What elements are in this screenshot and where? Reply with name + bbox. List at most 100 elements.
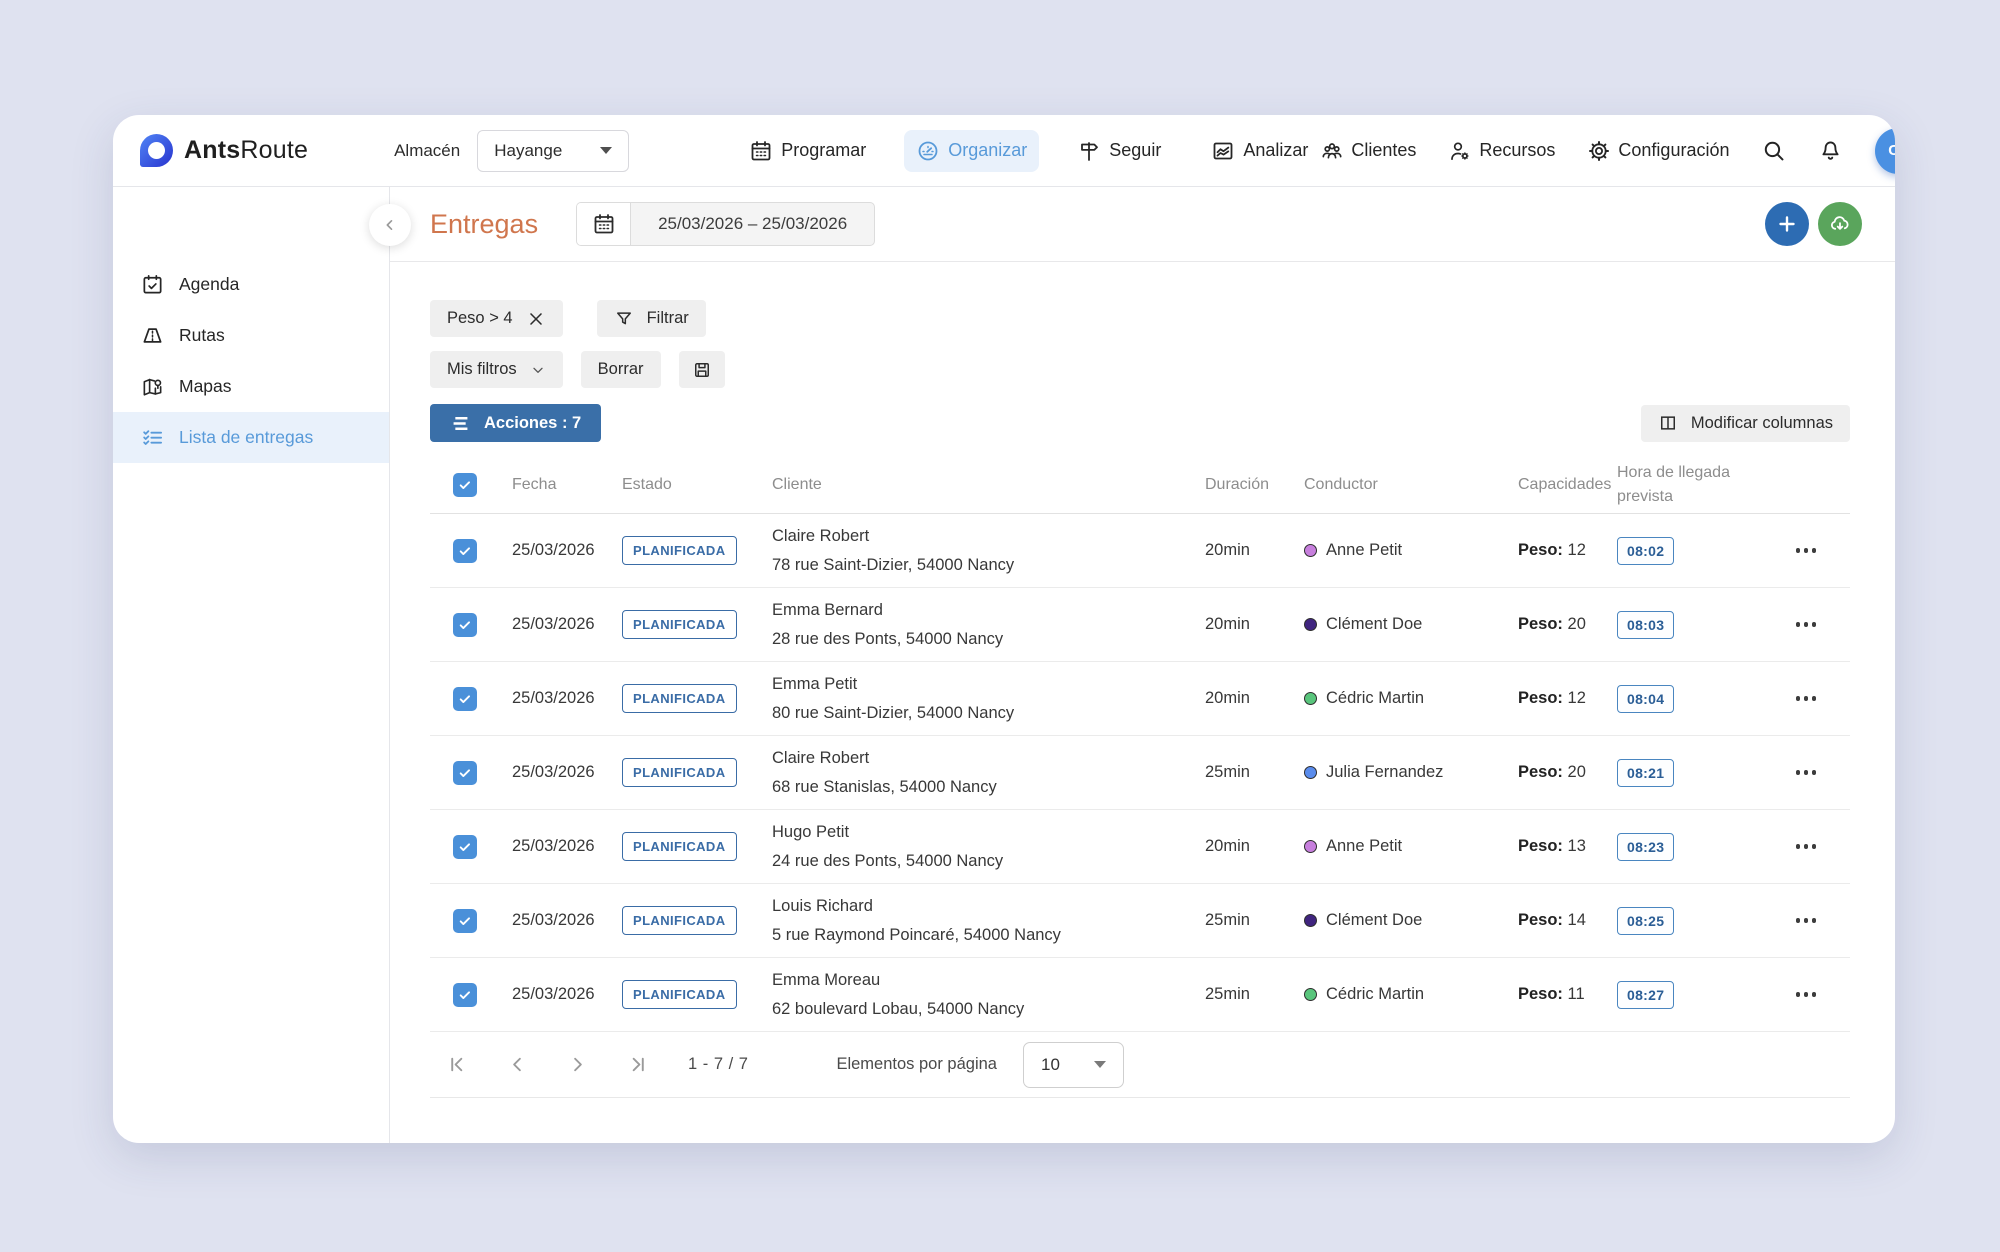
road-icon bbox=[141, 324, 164, 347]
sidebar-item-lista-de-entregas[interactable]: Lista de entregas bbox=[113, 412, 389, 463]
row-menu-button[interactable] bbox=[1794, 986, 1819, 1003]
row-checkbox[interactable] bbox=[453, 539, 477, 563]
warehouse-selector-group: Almacén Hayange bbox=[394, 130, 629, 172]
content-area: Peso > 4 Filtrar Mis filtros Borrar bbox=[390, 262, 1895, 1143]
client-address: 62 boulevard Lobau, 54000 Nancy bbox=[772, 1000, 1193, 1019]
filter-chip-label: Peso > 4 bbox=[447, 309, 513, 328]
row-menu-button[interactable] bbox=[1794, 838, 1819, 855]
per-page-select[interactable]: 10 bbox=[1023, 1042, 1124, 1088]
warehouse-label: Almacén bbox=[394, 141, 460, 161]
save-filter-button[interactable] bbox=[679, 351, 725, 388]
check-icon bbox=[457, 765, 473, 781]
actions-row: Acciones : 7 Modificar columnas bbox=[430, 404, 1850, 442]
chevron-down-icon bbox=[530, 362, 546, 378]
date-picker-calendar-button[interactable] bbox=[577, 203, 631, 245]
table-row: 25/03/2026 PLANIFICADA Emma Moreau 62 bo… bbox=[430, 958, 1850, 1032]
column-header-duracion[interactable]: Duración bbox=[1193, 473, 1292, 496]
modify-columns-button[interactable]: Modificar columnas bbox=[1641, 405, 1850, 442]
sidebar-item-mapas[interactable]: Mapas bbox=[113, 361, 389, 412]
search-button[interactable] bbox=[1761, 138, 1786, 163]
select-all-checkbox[interactable] bbox=[453, 473, 477, 497]
row-checkbox[interactable] bbox=[453, 983, 477, 1007]
sidebar: Agenda Rutas Mapas Lista de entregas bbox=[113, 187, 390, 1143]
status-badge: PLANIFICADA bbox=[622, 610, 737, 639]
eta-badge: 08:23 bbox=[1617, 833, 1674, 861]
status-badge: PLANIFICADA bbox=[622, 832, 737, 861]
row-menu-button[interactable] bbox=[1794, 690, 1819, 707]
last-page-button[interactable] bbox=[622, 1049, 653, 1080]
client-address: 5 rue Raymond Poincaré, 54000 Nancy bbox=[772, 926, 1193, 945]
floppy-disk-icon bbox=[692, 360, 712, 380]
deliveries-table: Fecha Estado Cliente Duración Conductor … bbox=[430, 456, 1850, 1032]
brand-logo[interactable]: AntsRoute bbox=[140, 134, 308, 167]
row-checkbox[interactable] bbox=[453, 835, 477, 859]
nav-clientes[interactable]: Clientes bbox=[1320, 139, 1416, 163]
nav-tab-analizar[interactable]: Analizar bbox=[1199, 130, 1320, 172]
row-menu-button[interactable] bbox=[1794, 616, 1819, 633]
sidebar-item-rutas[interactable]: Rutas bbox=[113, 310, 389, 361]
clear-filters-button[interactable]: Borrar bbox=[581, 351, 661, 388]
row-menu-button[interactable] bbox=[1794, 912, 1819, 929]
row-menu-button[interactable] bbox=[1794, 764, 1819, 781]
row-checkbox[interactable] bbox=[453, 909, 477, 933]
funnel-icon bbox=[614, 309, 634, 329]
row-duration: 20min bbox=[1193, 689, 1292, 708]
nav-tab-seguir[interactable]: Seguir bbox=[1065, 130, 1173, 172]
row-menu-button[interactable] bbox=[1794, 542, 1819, 559]
table-header: Fecha Estado Cliente Duración Conductor … bbox=[430, 456, 1850, 514]
nav-configuracion[interactable]: Configuración bbox=[1587, 139, 1729, 163]
row-checkbox[interactable] bbox=[453, 761, 477, 785]
check-icon bbox=[457, 691, 473, 707]
filter-chip-peso[interactable]: Peso > 4 bbox=[430, 300, 563, 337]
capacity-label: Peso: bbox=[1518, 763, 1563, 781]
client-name: Claire Robert bbox=[772, 527, 1193, 546]
user-avatar[interactable]: CJ bbox=[1875, 128, 1895, 174]
antsroute-logo-icon bbox=[140, 134, 173, 167]
export-button[interactable] bbox=[1818, 202, 1862, 246]
column-header-cliente[interactable]: Cliente bbox=[760, 473, 1193, 496]
calendar-icon bbox=[749, 139, 773, 163]
sidebar-collapse-button[interactable] bbox=[369, 204, 411, 246]
status-badge: PLANIFICADA bbox=[622, 536, 737, 565]
row-checkbox[interactable] bbox=[453, 613, 477, 637]
close-icon[interactable] bbox=[526, 309, 546, 329]
row-duration: 25min bbox=[1193, 911, 1292, 930]
column-header-conductor[interactable]: Conductor bbox=[1292, 473, 1506, 496]
eta-badge: 08:27 bbox=[1617, 981, 1674, 1009]
chevron-right-icon bbox=[566, 1053, 589, 1076]
sidebar-item-agenda[interactable]: Agenda bbox=[113, 259, 389, 310]
row-checkbox[interactable] bbox=[453, 687, 477, 711]
body-wrap: Agenda Rutas Mapas Lista de entregas Ent… bbox=[113, 187, 1895, 1143]
filter-row-2: Mis filtros Borrar bbox=[430, 351, 1850, 388]
per-page-value: 10 bbox=[1041, 1055, 1060, 1075]
first-page-icon bbox=[446, 1053, 469, 1076]
actions-button[interactable]: Acciones : 7 bbox=[430, 404, 601, 442]
table-body: 25/03/2026 PLANIFICADA Claire Robert 78 … bbox=[430, 514, 1850, 1032]
nav-recursos[interactable]: Recursos bbox=[1448, 139, 1555, 163]
row-date: 25/03/2026 bbox=[500, 911, 610, 930]
filter-button[interactable]: Filtrar bbox=[597, 300, 706, 337]
warehouse-select[interactable]: Hayange bbox=[477, 130, 629, 172]
capacity-label: Peso: bbox=[1518, 985, 1563, 1003]
nav-tab-organizar[interactable]: Organizar bbox=[904, 130, 1039, 172]
first-page-button[interactable] bbox=[442, 1049, 473, 1080]
next-page-button[interactable] bbox=[562, 1049, 593, 1080]
app-window: AntsRoute Almacén Hayange Programar Orga… bbox=[113, 115, 1895, 1143]
my-filters-select[interactable]: Mis filtros bbox=[430, 351, 563, 388]
chevron-left-icon bbox=[380, 215, 400, 235]
status-badge: PLANIFICADA bbox=[622, 684, 737, 713]
person-gear-icon bbox=[1448, 139, 1472, 163]
eta-badge: 08:03 bbox=[1617, 611, 1674, 639]
nav-tab-programar[interactable]: Programar bbox=[737, 130, 878, 172]
previous-page-button[interactable] bbox=[502, 1049, 533, 1080]
add-button[interactable] bbox=[1765, 202, 1809, 246]
column-header-capacidades[interactable]: Capacidades bbox=[1506, 473, 1605, 496]
column-header-fecha[interactable]: Fecha bbox=[500, 473, 610, 496]
table-row: 25/03/2026 PLANIFICADA Emma Petit 80 rue… bbox=[430, 662, 1850, 736]
date-range-picker[interactable]: 25/03/2026 – 25/03/2026 bbox=[576, 202, 875, 246]
columns-icon bbox=[1658, 413, 1678, 433]
notifications-button[interactable] bbox=[1818, 138, 1843, 163]
column-header-estado[interactable]: Estado bbox=[610, 473, 760, 496]
column-header-hora-llegada[interactable]: Hora de llegada prevista bbox=[1605, 461, 1740, 507]
row-duration: 25min bbox=[1193, 763, 1292, 782]
